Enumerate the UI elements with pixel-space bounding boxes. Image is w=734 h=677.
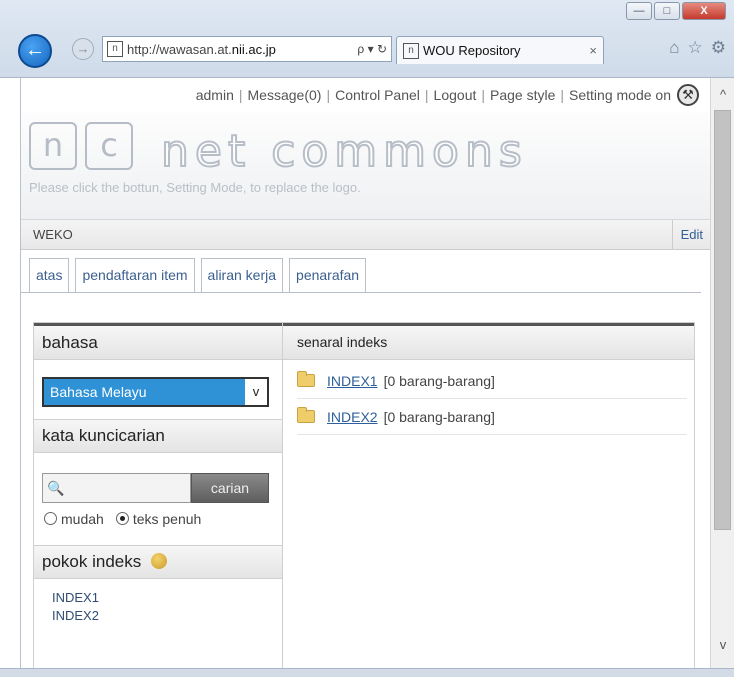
address-search-refresh-icons[interactable]: ρ ▾ ↻ bbox=[357, 42, 387, 56]
module-title-bar: WEKO Edit bbox=[21, 220, 710, 250]
radio-simple-circle[interactable] bbox=[44, 512, 57, 525]
index-tree-heading-label: pokok indeks bbox=[42, 552, 142, 571]
chevron-down-icon[interactable]: v bbox=[245, 379, 267, 405]
window-bottom-edge bbox=[0, 668, 734, 677]
index-tree-heading: pokok indeks bbox=[34, 545, 282, 579]
index-tree-item-index1[interactable]: INDEX1 bbox=[52, 589, 99, 607]
scroll-down-icon[interactable]: v bbox=[711, 634, 734, 656]
settings-gear-icon[interactable]: ⚙ bbox=[711, 38, 726, 58]
radio-full-text-label: teks penuh bbox=[132, 511, 202, 527]
menu-separator: | bbox=[238, 87, 243, 103]
search-mode-radios: mudah teks penuh bbox=[44, 511, 201, 527]
radio-simple-label: mudah bbox=[61, 511, 104, 527]
edit-link[interactable]: Edit bbox=[671, 220, 710, 250]
browser-toolbar-icons: ⌂ ☆ ⚙ bbox=[669, 38, 726, 58]
back-button[interactable]: ← bbox=[18, 34, 52, 68]
menu-separator: | bbox=[560, 87, 565, 103]
setting-mode-wrench-icon[interactable]: ⚒ bbox=[677, 84, 699, 106]
keyword-search-row: 🔍 carian bbox=[42, 473, 269, 503]
index-list-heading: senaral indeks bbox=[283, 323, 694, 360]
menu-setting-mode[interactable]: Setting mode on bbox=[569, 87, 671, 103]
url-prefix: http://wawasan.at. bbox=[127, 41, 232, 57]
index-link-index2[interactable]: INDEX2 bbox=[327, 409, 378, 425]
scroll-up-icon[interactable]: ^ bbox=[711, 84, 734, 106]
module-tabs: atas pendaftaran item aliran kerja penar… bbox=[29, 258, 367, 292]
address-url[interactable]: http://wawasan.at.nii.ac.jp bbox=[127, 42, 353, 57]
search-button[interactable]: carian bbox=[191, 473, 269, 503]
scroll-thumb[interactable] bbox=[714, 110, 731, 530]
minimize-button[interactable]: — bbox=[626, 2, 652, 20]
tab-aliran-kerja[interactable]: aliran kerja bbox=[200, 258, 284, 292]
tab-penarafan[interactable]: penarafan bbox=[289, 258, 367, 292]
address-bar[interactable]: n http://wawasan.at.nii.ac.jp ρ ▾ ↻ bbox=[102, 36, 392, 62]
top-menu: admin | Message(0) | Control Panel | Log… bbox=[21, 78, 710, 112]
favorites-star-icon[interactable]: ☆ bbox=[688, 38, 703, 58]
logo-hint: Please click the bottun, Setting Mode, t… bbox=[29, 180, 361, 195]
folder-icon bbox=[297, 371, 315, 387]
index-row: INDEX2 [0 barang-barang] bbox=[297, 399, 687, 435]
menu-admin[interactable]: admin bbox=[196, 87, 234, 103]
menu-message[interactable]: Message(0) bbox=[248, 87, 322, 103]
radio-full-text-circle[interactable] bbox=[115, 512, 129, 525]
keyword-search-heading: kata kuncicarian bbox=[34, 419, 282, 453]
module-title: WEKO bbox=[33, 227, 73, 242]
tab-close-icon[interactable]: × bbox=[589, 43, 597, 58]
folder-icon bbox=[297, 407, 315, 423]
window-controls: — □ X bbox=[626, 2, 726, 20]
menu-separator: | bbox=[424, 87, 429, 103]
language-heading: bahasa bbox=[34, 323, 282, 360]
tab-title: WOU Repository bbox=[423, 43, 521, 58]
url-host: nii.ac.jp bbox=[231, 41, 276, 57]
menu-page-style[interactable]: Page style bbox=[490, 87, 555, 103]
index-tree-info-icon[interactable] bbox=[151, 553, 168, 569]
tabs-divider bbox=[21, 292, 701, 293]
page-favicon-icon: n bbox=[107, 41, 123, 57]
maximize-button[interactable]: □ bbox=[654, 2, 680, 20]
page-scrollbar[interactable]: ^ v bbox=[710, 78, 734, 668]
menu-separator: | bbox=[481, 87, 486, 103]
binoculars-search-icon: 🔍 bbox=[47, 479, 65, 496]
tab-atas[interactable]: atas bbox=[29, 258, 70, 292]
forward-button[interactable]: → bbox=[72, 38, 94, 60]
radio-simple-search[interactable]: mudah bbox=[44, 511, 104, 527]
index-tree-list: INDEX1 INDEX2 bbox=[52, 589, 99, 625]
index-list-panel: senaral indeks INDEX1 [0 barang-barang] … bbox=[283, 322, 695, 668]
language-select[interactable]: Bahasa Melayu v bbox=[42, 377, 269, 407]
browser-tab[interactable]: n WOU Repository × bbox=[396, 36, 604, 64]
index-item-count: [0 barang-barang] bbox=[383, 372, 495, 389]
logo-box-n: n bbox=[29, 122, 77, 170]
logo-text: net commons bbox=[160, 125, 528, 178]
logo-box-c: c bbox=[85, 122, 133, 170]
left-sidebar: bahasa Bahasa Melayu v kata kuncicarian … bbox=[33, 322, 283, 668]
menu-logout[interactable]: Logout bbox=[434, 87, 477, 103]
index-link-index1[interactable]: INDEX1 bbox=[327, 373, 378, 389]
home-icon[interactable]: ⌂ bbox=[669, 38, 679, 58]
close-window-button[interactable]: X bbox=[682, 2, 726, 20]
logo-boxes: n c bbox=[29, 122, 133, 170]
menu-control-panel[interactable]: Control Panel bbox=[335, 87, 420, 103]
index-row: INDEX1 [0 barang-barang] bbox=[297, 363, 687, 399]
page-content: admin | Message(0) | Control Panel | Log… bbox=[20, 78, 710, 668]
tab-pendaftaran-item[interactable]: pendaftaran item bbox=[75, 258, 195, 292]
keyword-search-input[interactable]: 🔍 bbox=[42, 473, 191, 503]
browser-chrome: — □ X ← → n http://wawasan.at.nii.ac.jp … bbox=[0, 0, 734, 78]
language-select-value: Bahasa Melayu bbox=[50, 384, 147, 400]
tab-favicon-icon: n bbox=[403, 42, 419, 59]
radio-full-text-search[interactable]: teks penuh bbox=[115, 511, 202, 527]
index-tree-item-index2[interactable]: INDEX2 bbox=[52, 607, 99, 625]
menu-separator: | bbox=[326, 87, 331, 103]
index-item-count: [0 barang-barang] bbox=[383, 408, 495, 425]
logo-area: n c net commons Please click the bottun,… bbox=[21, 112, 710, 220]
